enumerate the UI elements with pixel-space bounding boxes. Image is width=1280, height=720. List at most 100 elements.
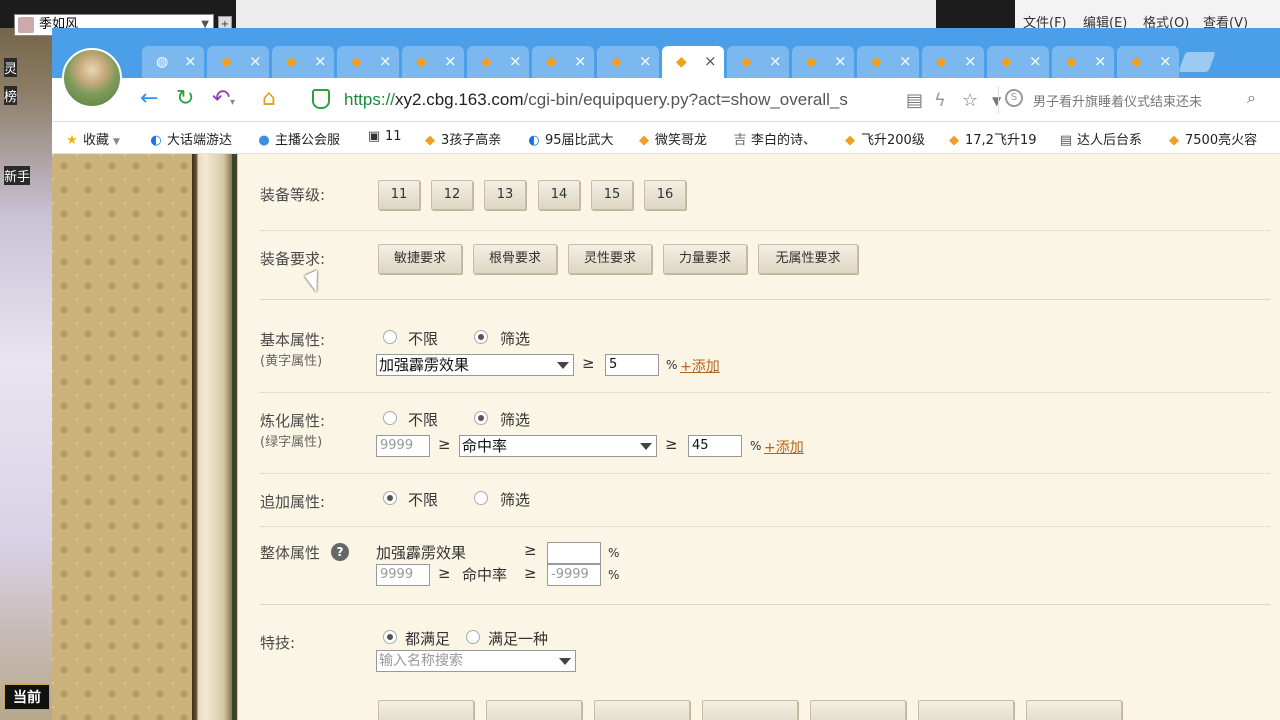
tab-10[interactable]: ◆ × <box>727 46 789 78</box>
skills-all-radio[interactable] <box>383 630 397 644</box>
divider <box>260 473 1270 474</box>
refine-any-radio[interactable] <box>383 411 397 425</box>
bookmark-12[interactable]: ◆ 7500亮火容 <box>1166 129 1257 148</box>
basic-attr-value-input[interactable]: 5 <box>605 354 659 376</box>
search-box[interactable]: S 男子看升旗睡着仪式结束还未 ⌕ <box>998 86 1258 114</box>
req-agility-button[interactable]: 敏捷要求 <box>378 244 462 274</box>
close-icon[interactable]: × <box>314 52 327 70</box>
close-icon[interactable]: × <box>964 52 977 70</box>
level-12-button[interactable]: 12 <box>431 180 473 210</box>
bookmark-4[interactable]: ▣ 11 <box>366 129 402 144</box>
reader-icon[interactable]: ▤ <box>906 90 923 111</box>
tab-13[interactable]: ◆ × <box>922 46 984 78</box>
skill-option-button[interactable] <box>594 700 690 720</box>
new-tab-button[interactable] <box>1178 52 1216 72</box>
bookmark-3[interactable]: ● 主播公会服 <box>256 129 340 148</box>
tab-active[interactable]: ◆ × <box>662 46 724 78</box>
skill-option-button[interactable] <box>1026 700 1122 720</box>
refine-attr-select[interactable]: 命中率 <box>459 435 657 457</box>
tab-2[interactable]: ◆ × <box>207 46 269 78</box>
bookmark-11[interactable]: ▤ 达人后台系 <box>1058 129 1142 148</box>
tab-14[interactable]: ◆ × <box>987 46 1049 78</box>
skill-option-button[interactable] <box>378 700 474 720</box>
help-icon[interactable]: ? <box>331 543 349 561</box>
skills-one-radio[interactable] <box>466 630 480 644</box>
tab-15[interactable]: ◆ × <box>1052 46 1114 78</box>
close-icon[interactable]: × <box>1094 52 1107 70</box>
bookmark-2[interactable]: ◐ 大话端游达 <box>148 129 232 148</box>
close-icon[interactable]: × <box>574 52 587 70</box>
basic-attr-select[interactable]: 加强霹雳效果 <box>376 354 574 376</box>
extra-filter-radio[interactable] <box>474 491 488 505</box>
refine-attr-add-link[interactable]: +添加 <box>764 437 804 457</box>
close-icon[interactable]: × <box>834 52 847 70</box>
overall-row2-left-input[interactable]: 9999 <box>376 564 430 586</box>
close-icon[interactable]: × <box>1029 52 1042 70</box>
refine-attr-value-input[interactable]: 45 <box>688 435 742 457</box>
close-icon[interactable]: × <box>184 52 197 70</box>
search-icon[interactable]: ⌕ <box>1247 88 1256 108</box>
tab-6[interactable]: ◆ × <box>467 46 529 78</box>
close-icon[interactable]: × <box>899 52 912 70</box>
tab-3[interactable]: ◆ × <box>272 46 334 78</box>
home-icon[interactable]: ⌂ <box>262 86 276 112</box>
skill-option-button[interactable] <box>702 700 798 720</box>
bookmark-10[interactable]: ◆ 17,2飞升19 <box>946 129 1037 148</box>
close-icon[interactable]: × <box>704 52 717 70</box>
close-icon[interactable]: × <box>444 52 457 70</box>
close-icon[interactable]: × <box>1159 52 1172 70</box>
refresh-icon[interactable]: ↻ <box>176 86 194 112</box>
skills-search-select[interactable]: 输入名称搜索 <box>376 650 576 672</box>
tab-1[interactable]: ◍ × <box>142 46 204 78</box>
tab-16[interactable]: ◆ × <box>1117 46 1179 78</box>
basic-attr-add-link[interactable]: +添加 <box>680 356 720 376</box>
level-11-button[interactable]: 11 <box>378 180 420 210</box>
close-icon[interactable]: × <box>769 52 782 70</box>
skill-option-button[interactable] <box>918 700 1014 720</box>
level-13-button[interactable]: 13 <box>484 180 526 210</box>
overall-row2-value-input[interactable]: -9999 <box>547 564 601 586</box>
close-icon[interactable]: × <box>249 52 262 70</box>
close-icon[interactable]: × <box>509 52 522 70</box>
bookmark-5[interactable]: ◆ 3孩子高亲 <box>422 129 501 148</box>
bookmark-favorites[interactable]: ★ 收藏 ▼ <box>64 129 120 148</box>
skill-option-button[interactable] <box>810 700 906 720</box>
bookmark-7[interactable]: ◆ 微笑哥龙 <box>636 129 707 148</box>
close-icon[interactable]: × <box>639 52 652 70</box>
extra-any-radio[interactable] <box>383 491 397 505</box>
overall-row1-value-input[interactable] <box>547 542 601 564</box>
overall-row1-name: 加强霹雳效果 <box>376 544 467 562</box>
level-16-button[interactable]: 16 <box>644 180 686 210</box>
basic-any-radio[interactable] <box>383 330 397 344</box>
req-none-button[interactable]: 无属性要求 <box>758 244 858 274</box>
level-14-button[interactable]: 14 <box>538 180 580 210</box>
tab-11[interactable]: ◆ × <box>792 46 854 78</box>
req-spirit-button[interactable]: 灵性要求 <box>568 244 652 274</box>
bookmark-9[interactable]: ◆ 飞升200级 <box>842 129 925 148</box>
refine-attr-left-input[interactable]: 9999 <box>376 435 430 457</box>
tab-7[interactable]: ◆ × <box>532 46 594 78</box>
star-icon[interactable]: ☆ <box>962 90 978 111</box>
bookmark-8[interactable]: 吉李白的诗、 <box>732 129 816 148</box>
search-input[interactable]: 男子看升旗睡着仪式结束还未 <box>1033 91 1233 110</box>
tab-5[interactable]: ◆ × <box>402 46 464 78</box>
req-constitution-button[interactable]: 根骨要求 <box>473 244 557 274</box>
tab-4[interactable]: ◆ × <box>337 46 399 78</box>
level-15-button[interactable]: 15 <box>591 180 633 210</box>
req-strength-button[interactable]: 力量要求 <box>663 244 747 274</box>
tab-8[interactable]: ◆ × <box>597 46 659 78</box>
tab-12[interactable]: ◆ × <box>857 46 919 78</box>
bookmark-6[interactable]: ◐ 95届比武大 <box>526 129 613 148</box>
profile-avatar[interactable] <box>62 48 122 108</box>
basic-filter-radio[interactable] <box>474 330 488 344</box>
back-icon[interactable]: ← <box>140 86 158 112</box>
undo-icon[interactable]: ↶ <box>212 86 230 112</box>
url-box[interactable]: https://xy2.cbg.163.com/cgi-bin/equipque… <box>310 86 1001 114</box>
chevron-down-icon[interactable]: ▾ <box>230 90 235 116</box>
skills-all-label: 都满足 <box>405 630 451 648</box>
lightning-icon[interactable]: ϟ <box>934 90 946 111</box>
refine-filter-radio[interactable] <box>474 411 488 425</box>
close-icon[interactable]: × <box>379 52 392 70</box>
url-text[interactable]: https://xy2.cbg.163.com/cgi-bin/equipque… <box>344 90 848 110</box>
skill-option-button[interactable] <box>486 700 582 720</box>
